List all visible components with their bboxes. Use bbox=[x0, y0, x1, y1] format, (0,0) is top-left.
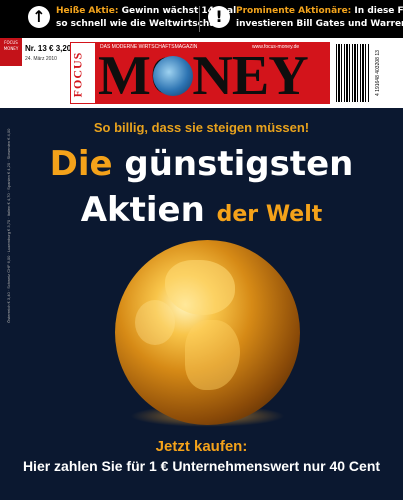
money-logo: MONEY bbox=[98, 45, 309, 107]
barcode-number: 4 191648 403208 13 bbox=[375, 50, 381, 96]
up-arrow-icon: ↑ bbox=[28, 6, 50, 28]
logo-globe-icon bbox=[153, 56, 193, 96]
exclamation-icon: ! bbox=[208, 6, 230, 28]
cta-text: Hier zahlen Sie für 1 € Unternehmenswert… bbox=[22, 458, 381, 474]
divider bbox=[199, 6, 200, 32]
golden-globe-image bbox=[115, 240, 300, 425]
teaser-shareholders: ! Prominente Aktionäre: In diese Firma i… bbox=[208, 5, 403, 35]
teaser-highlight: Prominente Aktionäre: bbox=[236, 6, 352, 16]
teaser-hot-stock: ↑ Heiße Aktie: Gewinn wächst 14-mal so s… bbox=[28, 5, 236, 35]
magazine-cover: ↑ Heiße Aktie: Gewinn wächst 14-mal so s… bbox=[0, 0, 403, 500]
cta-heading: Jetzt kaufen: bbox=[155, 438, 248, 455]
teaser-highlight: Heiße Aktie: bbox=[56, 6, 119, 16]
issue-date: 24. März 2010 bbox=[25, 56, 57, 62]
teaser-line: In diese Firma bbox=[354, 6, 403, 16]
teaser-line: investieren Bill Gates und Warren Buffet… bbox=[236, 19, 403, 29]
teaser-strip: ↑ Heiße Aktie: Gewinn wächst 14-mal so s… bbox=[0, 0, 403, 38]
kicker: So billig, dass sie steigen müssen! bbox=[93, 120, 310, 135]
side-label: FOCUS MONEY bbox=[0, 38, 22, 66]
issue-price: Nr. 13 € 3,20 bbox=[25, 44, 72, 53]
headline-line-1: Die günstigsten bbox=[49, 144, 354, 184]
barcode bbox=[336, 44, 370, 102]
focus-logo: FOCUS bbox=[70, 42, 96, 104]
headline-line-2: Aktien der Welt bbox=[80, 190, 323, 230]
